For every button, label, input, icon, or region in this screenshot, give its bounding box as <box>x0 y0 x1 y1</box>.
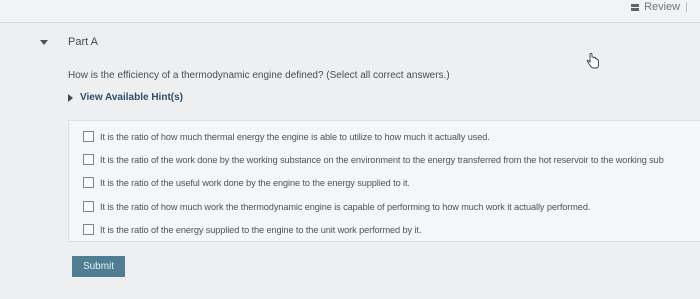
review-label: Review <box>644 1 681 13</box>
view-hints-label[interactable]: View Available Hint(s) <box>80 92 183 103</box>
answer-option[interactable]: It is the ratio of the useful work done … <box>83 177 410 188</box>
caret-right-icon <box>68 93 73 102</box>
review-link[interactable]: Review | <box>631 1 688 13</box>
hand-cursor-icon <box>586 53 599 69</box>
option-label: It is the ratio of the useful work done … <box>100 177 410 188</box>
question-text: How is the efficiency of a thermodynamic… <box>68 70 450 81</box>
option-checkbox[interactable] <box>83 154 94 165</box>
part-header[interactable]: Part A <box>40 36 98 48</box>
answer-options: It is the ratio of how much thermal ener… <box>68 120 700 242</box>
answer-option[interactable]: It is the ratio of the work done by the … <box>83 154 664 165</box>
top-bar <box>0 0 700 22</box>
header-divider <box>0 22 700 23</box>
option-label: It is the ratio of the energy supplied t… <box>100 224 422 235</box>
submit-button[interactable]: Submit <box>72 256 125 277</box>
option-checkbox[interactable] <box>83 131 94 142</box>
answer-option[interactable]: It is the ratio of the energy supplied t… <box>83 224 421 235</box>
option-label: It is the ratio of how much work the the… <box>100 201 591 212</box>
answer-option[interactable]: It is the ratio of how much thermal ener… <box>83 131 490 142</box>
option-checkbox[interactable] <box>83 177 94 188</box>
separator: | <box>685 1 688 13</box>
view-hints-toggle[interactable]: View Available Hint(s) <box>68 92 183 103</box>
option-checkbox[interactable] <box>83 224 94 235</box>
option-label: It is the ratio of the work done by the … <box>100 154 664 165</box>
part-title: Part A <box>68 36 98 48</box>
option-checkbox[interactable] <box>83 201 94 212</box>
option-label: It is the ratio of how much thermal ener… <box>100 131 490 142</box>
caret-down-icon[interactable] <box>40 39 48 45</box>
review-icon <box>631 3 640 11</box>
answer-option[interactable]: It is the ratio of how much work the the… <box>83 201 590 212</box>
